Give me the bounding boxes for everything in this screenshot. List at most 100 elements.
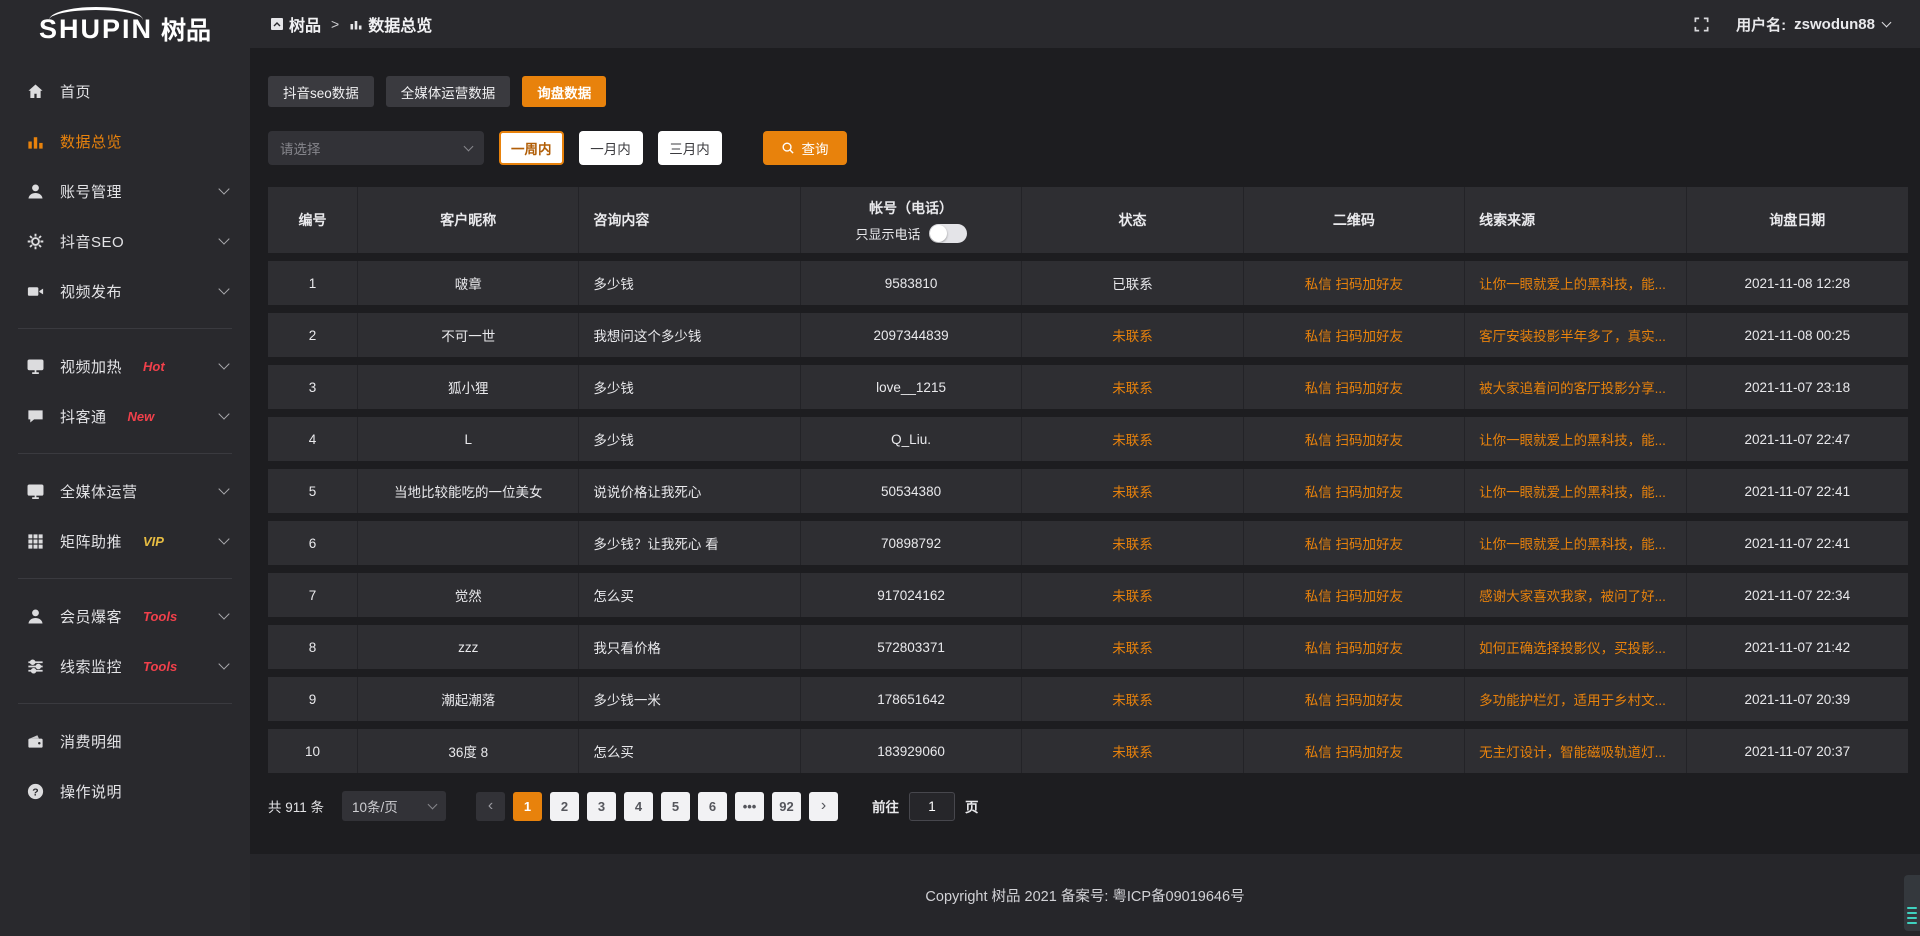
cell-status: 未联系 xyxy=(1022,365,1243,409)
data-tab[interactable]: 询盘数据 xyxy=(522,76,606,107)
sidebar-item-label: 账号管理 xyxy=(60,181,122,202)
period-button[interactable]: 三月内 xyxy=(658,131,722,165)
page-button[interactable]: 3 xyxy=(587,792,616,821)
cell-source-link[interactable]: 多功能护栏灯，适用于乡村文... xyxy=(1465,677,1686,721)
cell-source-link[interactable]: 无主灯设计，智能磁吸轨道灯... xyxy=(1465,729,1686,773)
sidebar-item-label: 操作说明 xyxy=(60,781,122,802)
sidebar-item-label: 视频发布 xyxy=(60,281,122,302)
sidebar-item-badge: Tools xyxy=(143,609,177,624)
cell-qr-link[interactable]: 私信 扫码加好友 xyxy=(1244,573,1465,617)
table-header: 编号 客户昵称 咨询内容 帐号（电话） 只显示电话 状态 二维码 线索来源 询盘… xyxy=(268,187,1908,253)
cell-nickname: 潮起潮落 xyxy=(358,677,579,721)
logo-cjk: 树品 xyxy=(161,11,211,47)
sidebar-item-monitor[interactable]: 全媒体运营 xyxy=(0,466,250,516)
sidebar-item-screen[interactable]: 视频加热 Hot xyxy=(0,341,250,391)
cell-status: 未联系 xyxy=(1022,313,1243,357)
cell-account: 9583810 xyxy=(801,261,1022,305)
page-button[interactable]: 4 xyxy=(624,792,653,821)
cell-date: 2021-11-07 22:34 xyxy=(1687,573,1908,617)
sidebar-item-help[interactable]: ? 操作说明 xyxy=(0,766,250,816)
cell-nickname: 36度 8 xyxy=(358,729,579,773)
sidebar-item-label: 全媒体运营 xyxy=(60,481,138,502)
period-buttons: 一周内一月内三月内 xyxy=(499,131,722,165)
cell-source-link[interactable]: 让你一眼就爱上的黑科技，能... xyxy=(1465,261,1686,305)
cell-qr-link[interactable]: 私信 扫码加好友 xyxy=(1244,469,1465,513)
goto-suffix: 页 xyxy=(965,796,979,816)
cell-content: 多少钱 xyxy=(579,417,800,461)
page-button[interactable]: 2 xyxy=(550,792,579,821)
cell-content: 说说价格让我死心 xyxy=(579,469,800,513)
breadcrumb-current: 数据总览 xyxy=(349,12,432,36)
fullscreen-icon[interactable] xyxy=(1693,16,1710,33)
page-button[interactable]: 1 xyxy=(513,792,542,821)
user-menu-trigger[interactable]: 用户名: zswodun88 xyxy=(1736,14,1890,35)
sidebar-item-video[interactable]: 视频发布 xyxy=(0,266,250,316)
sidebar-item-chart[interactable]: 数据总览 xyxy=(0,116,250,166)
cell-source-link[interactable]: 客厅安装投影半年多了，真实... xyxy=(1465,313,1686,357)
cell-source-link[interactable]: 被大家追着问的客厅投影分享... xyxy=(1465,365,1686,409)
sidebar-item-wallet[interactable]: 消费明细 xyxy=(0,716,250,766)
cell-qr-link[interactable]: 私信 扫码加好友 xyxy=(1244,625,1465,669)
page-size-select[interactable]: 10条/页 xyxy=(342,791,446,821)
sidebar-item-chat[interactable]: 抖客通 New xyxy=(0,391,250,441)
cell-qr-link[interactable]: 私信 扫码加好友 xyxy=(1244,365,1465,409)
sidebar-divider xyxy=(18,578,232,579)
search-button[interactable]: 查询 xyxy=(763,131,847,165)
sidebar-item-label: 矩阵助推 xyxy=(60,531,122,552)
app-icon xyxy=(270,17,284,31)
data-tab[interactable]: 全媒体运营数据 xyxy=(386,76,511,107)
cell-qr-link[interactable]: 私信 扫码加好友 xyxy=(1244,313,1465,357)
user-area: 用户名: zswodun88 xyxy=(1693,14,1890,35)
next-page-button[interactable]: › xyxy=(809,792,838,821)
period-button[interactable]: 一周内 xyxy=(499,131,564,165)
period-button[interactable]: 一月内 xyxy=(579,131,643,165)
cell-qr-link[interactable]: 私信 扫码加好友 xyxy=(1244,521,1465,565)
cell-source-link[interactable]: 感谢大家喜欢我家，被问了好... xyxy=(1465,573,1686,617)
sliders-icon xyxy=(26,657,45,676)
phone-only-toggle[interactable] xyxy=(929,224,967,243)
cell-account: 178651642 xyxy=(801,677,1022,721)
prev-page-button[interactable]: ‹ xyxy=(476,792,505,821)
sidebar-item-sliders[interactable]: 线索监控 Tools xyxy=(0,641,250,691)
cell-nickname: 觉然 xyxy=(358,573,579,617)
cell-source-link[interactable]: 如何正确选择投影仪，买投影... xyxy=(1465,625,1686,669)
svg-text:?: ? xyxy=(32,787,38,798)
sidebar-item-user[interactable]: 账号管理 xyxy=(0,166,250,216)
cell-qr-link[interactable]: 私信 扫码加好友 xyxy=(1244,729,1465,773)
data-tab[interactable]: 抖音seo数据 xyxy=(268,76,374,107)
sidebar-item-home[interactable]: 首页 xyxy=(0,66,250,116)
chevron-down-icon xyxy=(218,283,229,294)
chevron-down-icon xyxy=(218,658,229,669)
username-label: 用户名: xyxy=(1736,14,1786,35)
sidebar-item-gear[interactable]: 抖音SEO xyxy=(0,216,250,266)
col-content: 咨询内容 xyxy=(579,187,800,253)
cell-date: 2021-11-07 20:37 xyxy=(1687,729,1908,773)
cell-source-link[interactable]: 让你一眼就爱上的黑科技，能... xyxy=(1465,469,1686,513)
filter-select[interactable]: 请选择 xyxy=(268,131,484,165)
chat-icon xyxy=(26,407,45,426)
breadcrumb-root[interactable]: 树品 xyxy=(270,12,321,36)
breadcrumb-separator: > xyxy=(331,16,339,32)
page-ellipsis-button[interactable]: ••• xyxy=(735,792,764,821)
page-button[interactable]: 5 xyxy=(661,792,690,821)
cell-qr-link[interactable]: 私信 扫码加好友 xyxy=(1244,417,1465,461)
cell-no: 3 xyxy=(268,365,358,409)
chat-widget[interactable] xyxy=(1904,875,1920,931)
cell-account: 183929060 xyxy=(801,729,1022,773)
col-no: 编号 xyxy=(268,187,358,253)
col-date: 询盘日期 xyxy=(1687,187,1908,253)
cell-qr-link[interactable]: 私信 扫码加好友 xyxy=(1244,261,1465,305)
goto-page-input[interactable] xyxy=(909,792,955,821)
cell-source-link[interactable]: 让你一眼就爱上的黑科技，能... xyxy=(1465,417,1686,461)
cell-content: 怎么买 xyxy=(579,729,800,773)
sidebar-item-label: 线索监控 xyxy=(60,656,122,677)
cell-no: 1 xyxy=(268,261,358,305)
cell-source-link[interactable]: 让你一眼就爱上的黑科技，能... xyxy=(1465,521,1686,565)
page-button[interactable]: 6 xyxy=(698,792,727,821)
cell-qr-link[interactable]: 私信 扫码加好友 xyxy=(1244,677,1465,721)
sidebar-item-member[interactable]: 会员爆客 Tools xyxy=(0,591,250,641)
sidebar-item-grid[interactable]: 矩阵助推 VIP xyxy=(0,516,250,566)
cell-date: 2021-11-07 22:47 xyxy=(1687,417,1908,461)
page-button[interactable]: 92 xyxy=(772,792,801,821)
cell-content: 多少钱？让我死心 看 xyxy=(579,521,800,565)
